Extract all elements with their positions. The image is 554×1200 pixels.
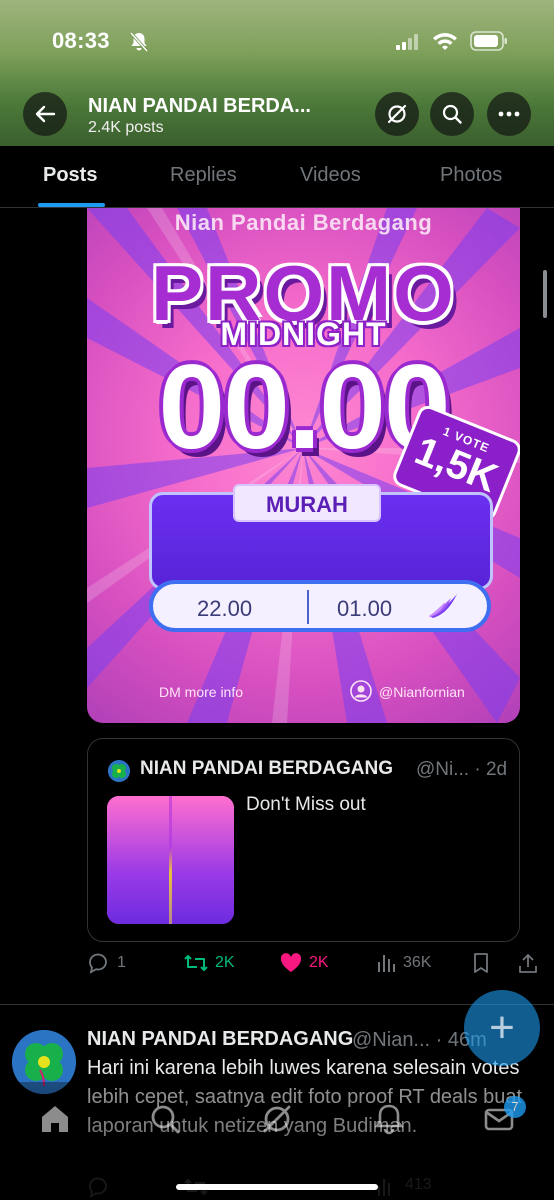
time-start: 22.00 [197,596,253,621]
status-time: 08:33 [52,28,110,53]
repost-button[interactable]: 2K [183,952,235,974]
tab-videos[interactable]: Videos [300,164,361,187]
search-icon [442,104,462,124]
back-button[interactable] [23,92,67,136]
tab-posts[interactable]: Posts [43,164,97,187]
tab-photos[interactable]: Photos [440,164,502,187]
grok-button[interactable] [375,92,419,136]
time-end: 01.00 [337,596,393,621]
search-button[interactable] [430,92,474,136]
bookmark-icon [474,953,488,973]
quoted-thumbnail[interactable] [107,796,234,924]
thumbnail-left [107,796,169,924]
share-button[interactable] [517,952,539,974]
promo-brand: Nian Pandai Berdagang [174,210,433,235]
reply-count: 1 [117,954,126,971]
views-button[interactable]: 36K [375,952,431,974]
grok-icon[interactable] [260,1102,294,1136]
post-action-bar: 1 2K 2K 36K [87,952,547,980]
active-tab-indicator [38,203,105,207]
profile-post-count: 2.4K posts [88,119,164,136]
more-dots-icon [498,111,520,117]
tab-replies[interactable]: Replies [170,164,237,187]
repost-icon [184,955,208,971]
heart-filled-icon [280,953,302,972]
reply-icon [89,953,107,974]
quoted-author-name: NIAN PANDAI BERDAGANG [140,758,393,779]
post-image[interactable]: Nian Pandai Berdagang PROMO MIDNIGHT 00.… [87,208,520,723]
share-icon [519,954,537,973]
home-indicator[interactable] [176,1184,378,1190]
promo-username: @Nianfornian [379,684,465,700]
battery-icon [470,31,507,51]
bookmark-button[interactable] [471,952,491,974]
quoted-post-card[interactable]: NIAN PANDAI BERDAGANG @Ni... · 2d Don't … [87,738,520,942]
plus-icon: + [489,1003,515,1052]
author-name[interactable]: NIAN PANDAI BERDAGANG [87,1028,353,1051]
quoted-avatar [108,760,130,782]
silent-bell-icon [129,32,149,52]
messages-badge: 7 [504,1096,526,1118]
quoted-text: Don't Miss out [246,794,366,815]
grok-icon [387,104,407,124]
arrow-left-icon [35,105,56,123]
thumbnail-right [172,796,234,924]
murah-label: MURAH [233,484,381,522]
wing-logo-icon [429,594,457,618]
scrollbar[interactable] [543,270,547,318]
repost-count: 2K [215,954,235,971]
time-divider [307,590,309,624]
reply-button[interactable]: 1 [87,952,126,974]
wifi-icon [433,33,457,50]
bottom-navigation: 7 [0,1082,554,1200]
like-count: 2K [309,954,329,971]
clover-avatar-icon [108,760,130,782]
profile-name: NIAN PANDAI BERDA... [88,95,311,117]
promo-dm-text: DM more info [159,684,244,700]
views-count: 36K [403,954,432,971]
status-bar: 08:33 [0,26,554,58]
signal-icon [396,34,418,50]
quoted-handle-time: @Ni... · 2d [416,759,508,780]
home-icon[interactable] [38,1102,72,1136]
more-button[interactable] [487,92,531,136]
search-icon[interactable] [148,1102,182,1136]
notifications-bell-icon[interactable] [372,1102,406,1136]
time-range-pill: 22.00 01.00 [149,580,491,632]
like-button[interactable]: 2K [279,952,329,974]
user-icon [350,680,372,702]
views-bar-chart-icon [378,955,395,972]
compose-button[interactable]: + [464,990,540,1066]
profile-tabs: Posts Replies Videos Photos [0,146,554,208]
